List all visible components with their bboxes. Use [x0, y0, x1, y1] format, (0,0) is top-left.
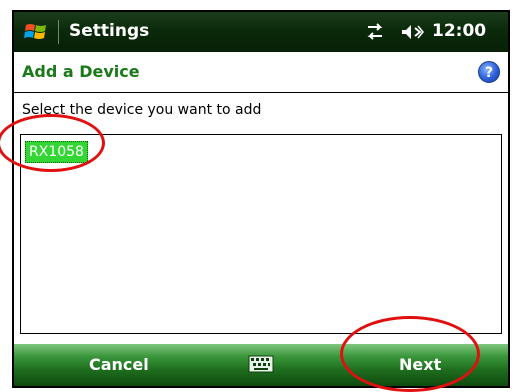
page-title: Add a Device — [22, 62, 140, 81]
windows-start-icon[interactable] — [24, 21, 48, 43]
clock[interactable]: 12:00 — [432, 21, 486, 41]
keyboard-icon[interactable] — [248, 355, 274, 373]
softkey-bar: Cancel Next — [14, 344, 508, 386]
page-header: Add a Device ? — [14, 52, 508, 93]
title-divider — [58, 20, 59, 44]
cancel-button[interactable]: Cancel — [89, 355, 149, 374]
app-title: Settings — [69, 21, 150, 41]
connectivity-icon[interactable] — [364, 22, 386, 42]
device-screen: Settings 12:00 Add a Device ? Select the… — [12, 10, 510, 388]
title-bar: Settings 12:00 — [14, 12, 508, 52]
device-item-rx1058[interactable]: RX1058 — [25, 141, 88, 163]
help-icon[interactable]: ? — [478, 61, 500, 83]
device-list[interactable]: RX1058 — [20, 134, 502, 334]
volume-icon[interactable] — [400, 22, 424, 42]
instruction-text: Select the device you want to add — [22, 102, 262, 118]
next-button[interactable]: Next — [399, 355, 441, 374]
